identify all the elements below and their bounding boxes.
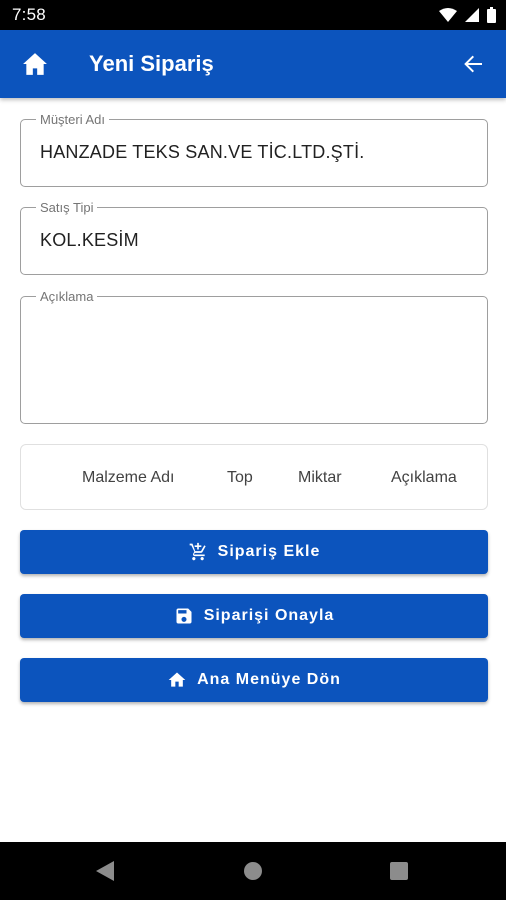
status-icons [439,7,496,23]
confirm-order-label: Siparişi Onayla [203,607,335,624]
home-icon[interactable] [22,52,48,76]
customer-name-field[interactable]: Müşteri Adı HANZADE TEKS SAN.VE TİC.LTD.… [20,112,488,187]
nav-home-icon[interactable] [244,862,262,880]
sale-type-value: KOL.KESİM [40,230,139,250]
home-icon [168,672,186,687]
order-items-table-header: Malzeme Adı Top Miktar Açıklama [20,444,488,510]
customer-name-value: HANZADE TEKS SAN.VE TİC.LTD.ŞTİ. [40,142,365,162]
column-material-name: Malzeme Adı [82,469,175,486]
cellular-signal-icon [465,8,479,22]
save-icon [176,608,192,624]
nav-back-icon[interactable] [96,861,114,881]
customer-name-label: Müşteri Adı [36,112,110,127]
battery-icon [487,7,496,23]
description-field: Açıklama [20,289,488,424]
page-title: Yeni Sipariş [89,51,214,76]
app-bar: Yeni Sipariş [0,30,506,98]
main-menu-label: Ana Menüye Dön [197,671,341,688]
status-time: 7:58 [12,5,46,24]
status-bar: 7:58 [0,0,506,30]
add-order-label: Sipariş Ekle [217,543,321,560]
add-order-button[interactable]: Sipariş Ekle [20,530,488,574]
nav-recent-apps-icon[interactable] [390,862,408,880]
column-quantity: Miktar [298,469,342,486]
arrow-back-icon[interactable] [460,52,486,76]
sale-type-field[interactable]: Satış Tipi KOL.KESİM [20,200,488,275]
add-cart-icon [189,542,206,561]
description-input[interactable] [33,311,477,415]
column-description: Açıklama [391,469,457,486]
main-menu-button[interactable]: Ana Menüye Dön [20,658,488,702]
system-navigation-bar [0,842,506,900]
wifi-icon [439,8,457,22]
column-roll: Top [227,469,253,486]
description-label: Açıklama [36,289,98,304]
confirm-order-button[interactable]: Siparişi Onayla [20,594,488,638]
sale-type-label: Satış Tipi [36,200,98,215]
